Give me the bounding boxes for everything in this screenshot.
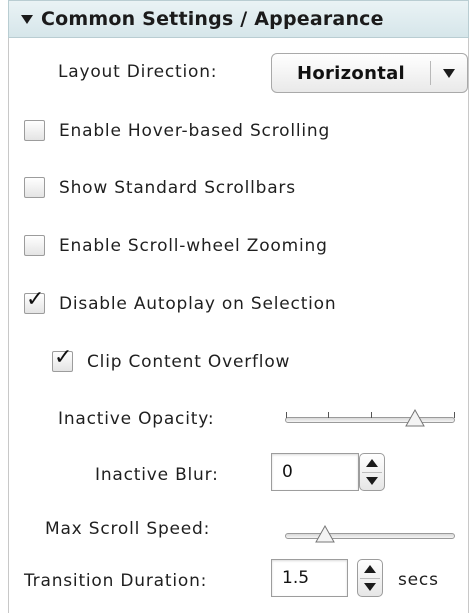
stepper-up-icon[interactable] xyxy=(360,454,384,472)
checkmark-icon: ✓ xyxy=(54,345,73,370)
section-header[interactable]: Common Settings / Appearance xyxy=(8,0,469,38)
transition-duration-stepper[interactable] xyxy=(357,559,383,597)
inactive-blur-label: Inactive Blur: xyxy=(95,465,219,485)
disable-autoplay-checkbox[interactable]: ✓ xyxy=(24,289,45,314)
stepper-down-icon[interactable] xyxy=(358,578,382,596)
hover-scrolling-label: Enable Hover-based Scrolling xyxy=(59,120,331,141)
inactive-blur-stepper[interactable] xyxy=(359,453,385,491)
slider-track xyxy=(285,533,455,539)
layout-direction-value: Horizontal xyxy=(296,62,406,84)
section-title: Common Settings / Appearance xyxy=(41,8,384,30)
inactive-opacity-label: Inactive Opacity: xyxy=(58,409,215,429)
clip-overflow-label: Clip Content Overflow xyxy=(87,351,291,372)
transition-duration-label: Transition Duration: xyxy=(24,571,208,591)
scrollwheel-zoom-label: Enable Scroll-wheel Zooming xyxy=(59,235,328,256)
checkmark-icon: ✓ xyxy=(26,287,45,312)
slider-thumb[interactable] xyxy=(315,525,335,543)
standard-scrollbars-checkbox[interactable] xyxy=(24,177,45,198)
inactive-opacity-slider[interactable] xyxy=(285,405,455,435)
transition-duration-unit: secs xyxy=(398,570,439,590)
disclosure-triangle-icon[interactable] xyxy=(21,14,33,24)
slider-tick xyxy=(286,412,287,418)
layout-direction-label: Layout Direction: xyxy=(58,62,218,82)
slider-track xyxy=(285,412,455,423)
stepper-down-icon[interactable] xyxy=(360,472,384,490)
slider-tick xyxy=(454,412,455,418)
stepper-up-icon[interactable] xyxy=(358,560,382,578)
max-scroll-speed-label: Max Scroll Speed: xyxy=(45,519,211,539)
clip-overflow-checkbox[interactable]: ✓ xyxy=(52,347,73,372)
hover-scrolling-row[interactable]: Enable Hover-based Scrolling xyxy=(24,120,330,141)
max-scroll-speed-slider[interactable] xyxy=(285,521,455,551)
standard-scrollbars-row[interactable]: Show Standard Scrollbars xyxy=(24,177,296,198)
hover-scrolling-checkbox[interactable] xyxy=(24,120,45,141)
slider-tick xyxy=(371,412,372,418)
standard-scrollbars-label: Show Standard Scrollbars xyxy=(59,177,296,198)
transition-duration-input[interactable]: 1.5 xyxy=(271,559,348,597)
disable-autoplay-row[interactable]: ✓ Disable Autoplay on Selection xyxy=(24,289,337,314)
layout-direction-select[interactable]: Horizontal xyxy=(271,53,468,93)
slider-tick xyxy=(328,412,329,418)
chevron-down-icon[interactable] xyxy=(431,68,467,78)
scrollwheel-zoom-row[interactable]: Enable Scroll-wheel Zooming xyxy=(24,235,328,256)
scrollwheel-zoom-checkbox[interactable] xyxy=(24,235,45,256)
slider-thumb[interactable] xyxy=(405,409,425,427)
disable-autoplay-label: Disable Autoplay on Selection xyxy=(59,293,337,314)
clip-overflow-row[interactable]: ✓ Clip Content Overflow xyxy=(52,347,291,372)
inactive-blur-input[interactable]: 0 xyxy=(271,453,359,491)
